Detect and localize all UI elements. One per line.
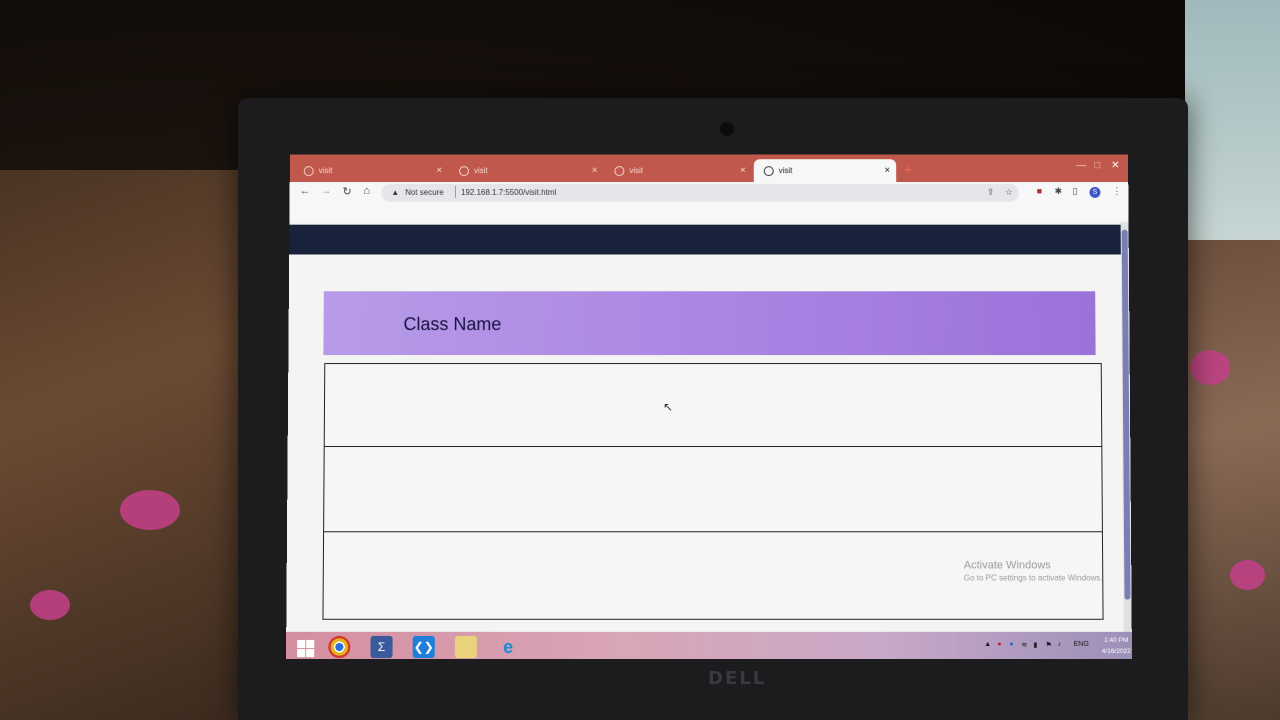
start-icon[interactable] [294, 636, 316, 658]
language-indicator[interactable]: ENG [1074, 641, 1089, 648]
vscode-icon[interactable]: ❮❯ [412, 635, 435, 659]
web-page: Class Name ↖ Activate Windows Go to PC s… [286, 221, 1132, 636]
tab-1[interactable]: visit × [294, 159, 448, 182]
menu-icon[interactable]: ⋮ [1112, 186, 1121, 197]
extensions-icon[interactable]: ✱ [1055, 186, 1063, 197]
close-tab-icon[interactable]: × [592, 159, 598, 182]
internet-explorer-icon[interactable]: e [497, 636, 519, 658]
activate-title: Activate Windows [963, 559, 1051, 572]
divider [454, 185, 457, 198]
pdf-extension-icon[interactable]: ■ [1037, 186, 1042, 196]
powershell-icon[interactable]: Σ [370, 635, 393, 659]
globe-icon [763, 166, 774, 176]
class-header: Class Name [323, 291, 1096, 356]
activate-subtitle: Go to PC settings to activate Windows. [963, 573, 1103, 583]
globe-icon [459, 166, 470, 176]
reload-icon[interactable]: ↻ [342, 185, 351, 198]
clock[interactable]: 1:40 PM 4/16/2022 [1102, 635, 1131, 657]
file-explorer-icon[interactable] [454, 635, 478, 659]
close-tab-icon[interactable]: × [740, 159, 746, 182]
volume-icon[interactable]: ♪ [1058, 641, 1062, 648]
brand-logo: DELL [708, 668, 767, 689]
close-window-icon[interactable]: ✕ [1111, 160, 1119, 171]
tab-label: visit [318, 166, 333, 176]
sidebar-icon[interactable]: ▯ [1073, 186, 1078, 197]
mouse-cursor-icon: ↖ [662, 400, 674, 414]
antivirus-icon[interactable]: ● [997, 641, 1001, 648]
tab-strip: visit × visit × visit × visit × + — □ ✕ [289, 154, 1129, 183]
flag-icon[interactable]: ⚑ [1045, 641, 1051, 649]
warning-icon: ▲ [391, 187, 400, 197]
bedsheet-left [0, 170, 250, 720]
clock-time: 1:40 PM [1104, 636, 1129, 644]
new-tab-button[interactable]: + [904, 161, 912, 177]
close-tab-icon[interactable]: × [436, 159, 442, 182]
star-icon[interactable]: ☆ [1005, 187, 1013, 198]
browser-toolbar: ← → ↻ ⌂ ▲ Not secure 192.168.1.7:5500/vi… [289, 182, 1129, 204]
flower-pattern [1190, 350, 1230, 385]
webcam-icon [720, 122, 734, 136]
list-item[interactable] [323, 446, 1103, 533]
battery-icon[interactable]: ▮ [1033, 641, 1037, 649]
laptop-screen: visit × visit × visit × visit × + — □ ✕ … [286, 154, 1132, 660]
clock-date: 4/16/2022 [1101, 648, 1131, 656]
bookmarks-bar [289, 203, 1129, 222]
back-icon[interactable]: ← [300, 185, 311, 197]
tray-app-icon[interactable]: ● [1009, 641, 1013, 648]
wifi-icon[interactable]: ≋ [1021, 641, 1027, 649]
tab-label: visit [629, 166, 644, 176]
flower-pattern [120, 490, 180, 530]
url-text[interactable]: 192.168.1.7:5500/visit.html [461, 188, 556, 197]
tab-label: visit [778, 166, 793, 176]
globe-icon [614, 166, 625, 176]
tab-active[interactable]: visit × [753, 159, 897, 183]
maximize-icon[interactable]: □ [1094, 160, 1100, 171]
globe-icon [303, 166, 314, 176]
profile-icon[interactable]: S [1089, 186, 1101, 198]
activate-windows-watermark: Activate Windows Go to PC settings to ac… [964, 559, 1103, 582]
class-list [322, 355, 1104, 636]
flower-pattern [30, 590, 70, 620]
share-icon[interactable]: ⇪ [987, 187, 995, 198]
home-icon[interactable]: ⌂ [363, 185, 370, 197]
address-bar[interactable]: ▲ Not secure 192.168.1.7:5500/visit.html… [381, 183, 1019, 202]
minimize-icon[interactable]: — [1076, 160, 1086, 171]
chrome-icon[interactable] [328, 635, 351, 659]
forward-icon[interactable]: → [321, 185, 332, 197]
windows-taskbar: Σ ❮❯ e ▲ ● ● ≋ ▮ ⚑ ♪ ENG 1:40 PM 4/16/20… [286, 631, 1132, 660]
network-icon[interactable]: ▲ [984, 641, 991, 648]
close-tab-icon[interactable]: × [884, 159, 890, 182]
tab-2[interactable]: visit × [449, 159, 603, 182]
site-navbar [289, 224, 1121, 255]
tab-3[interactable]: visit × [604, 159, 751, 182]
list-item[interactable] [323, 363, 1103, 448]
security-label[interactable]: Not secure [405, 188, 444, 197]
wall [1185, 0, 1280, 245]
flower-pattern [1230, 560, 1265, 590]
tab-label: visit [474, 166, 488, 176]
class-name-heading: Class Name [403, 314, 502, 335]
